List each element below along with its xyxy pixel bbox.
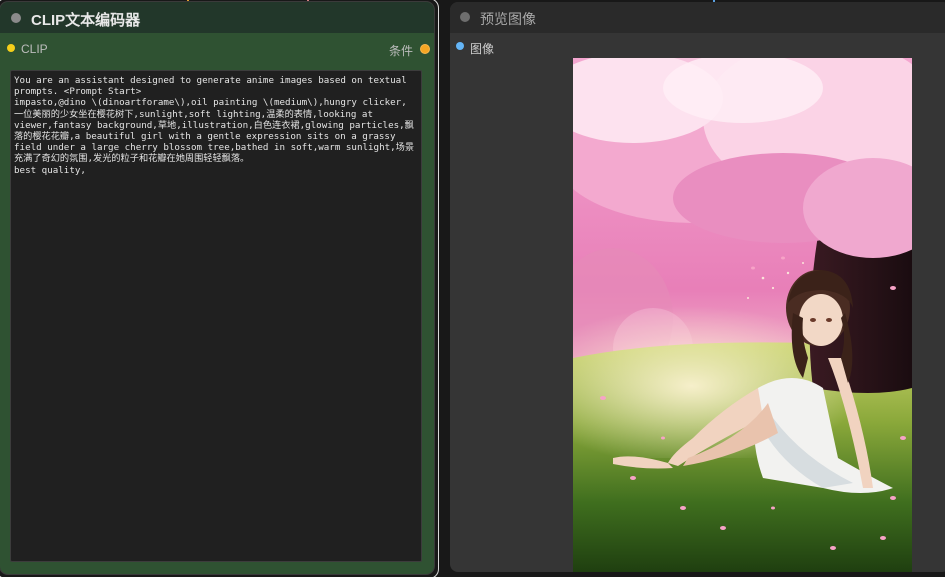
anime-girl-cherry-blossom-illustration <box>573 58 912 572</box>
node-title: CLIP文本编码器 <box>31 12 141 29</box>
node-graph-canvas[interactable]: CLIP文本编码器 CLIP 条件 You are an assistant d… <box>0 0 945 577</box>
image-input-slot[interactable] <box>456 42 464 50</box>
conditioning-output-slot[interactable] <box>420 44 430 54</box>
collapse-dot-icon[interactable] <box>11 13 21 23</box>
preview-image-node[interactable]: 预览图像 图像 <box>450 2 945 572</box>
prompt-textarea[interactable]: You are an assistant designed to generat… <box>10 70 422 562</box>
generated-image-preview[interactable] <box>573 58 912 572</box>
image-input-label: 图像 <box>470 42 495 56</box>
collapse-dot-icon[interactable] <box>460 12 470 22</box>
conditioning-output-label: 条件 <box>388 44 413 58</box>
clip-text-encode-node[interactable]: CLIP文本编码器 CLIP 条件 You are an assistant d… <box>0 2 434 574</box>
node-title-bar[interactable]: CLIP文本编码器 <box>0 2 434 33</box>
node-title-bar[interactable]: 预览图像 <box>450 2 945 33</box>
clip-input-label: CLIP <box>21 42 48 56</box>
clip-input-slot[interactable] <box>7 44 15 52</box>
node-title: 预览图像 <box>480 11 536 27</box>
